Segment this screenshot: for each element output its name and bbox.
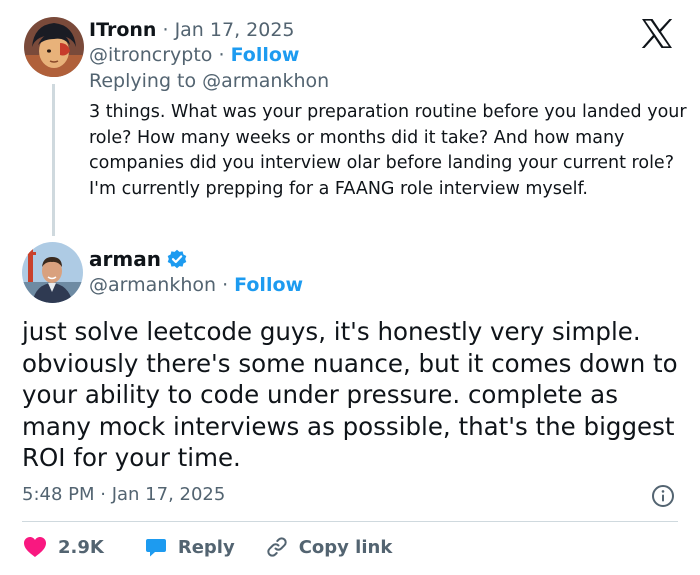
main-tweet-header: arman xyxy=(89,246,188,272)
parent-tweet-text: 3 things. What was your preparation rout… xyxy=(89,102,687,199)
parent-follow-button[interactable]: Follow xyxy=(231,44,300,66)
copy-link-button[interactable]: Copy link xyxy=(265,535,393,559)
divider xyxy=(22,521,678,522)
main-handle-row: @armankhon · Follow xyxy=(89,272,303,298)
copy-link-label: Copy link xyxy=(298,536,393,558)
thread-connector-line xyxy=(52,84,55,236)
like-button[interactable]: 2.9K xyxy=(22,535,104,559)
parent-handle[interactable]: @itroncrypto xyxy=(89,44,212,66)
parent-display-name[interactable]: ITronn xyxy=(89,19,156,41)
main-tweet-text: just solve leetcode guys, it's honestly … xyxy=(22,317,678,473)
tweet-timestamp[interactable]: 5:48 PM · Jan 17, 2025 xyxy=(22,482,225,508)
handle-separator: · xyxy=(222,274,229,296)
parent-tweet-header: ITronn · Jan 17, 2025 xyxy=(89,17,295,43)
like-count: 2.9K xyxy=(58,536,104,558)
x-logo-icon[interactable] xyxy=(640,18,674,49)
replying-to-line: Replying to @armankhon xyxy=(89,68,329,94)
handle-separator: · xyxy=(218,44,225,66)
link-icon xyxy=(265,535,289,559)
avatar-itronn[interactable] xyxy=(24,17,84,77)
reply-button[interactable]: Reply xyxy=(144,535,235,559)
main-display-name[interactable]: arman xyxy=(89,246,161,272)
replying-to-handle[interactable]: @armankhon xyxy=(202,70,329,92)
parent-date[interactable]: Jan 17, 2025 xyxy=(175,19,295,41)
parent-handle-row: @itroncrypto · Follow xyxy=(89,42,299,68)
heart-icon xyxy=(22,535,48,559)
main-handle[interactable]: @armankhon xyxy=(89,274,216,296)
reply-label: Reply xyxy=(177,536,235,558)
verified-badge-icon[interactable] xyxy=(166,248,188,270)
main-follow-button[interactable]: Follow xyxy=(234,274,303,296)
info-icon[interactable] xyxy=(651,484,675,508)
avatar-arman[interactable] xyxy=(22,242,83,303)
replying-prefix: Replying to xyxy=(89,70,203,92)
header-separator: · xyxy=(162,19,169,41)
action-bar: 2.9K Reply Copy link xyxy=(22,533,392,561)
reply-bubble-icon xyxy=(144,535,168,559)
